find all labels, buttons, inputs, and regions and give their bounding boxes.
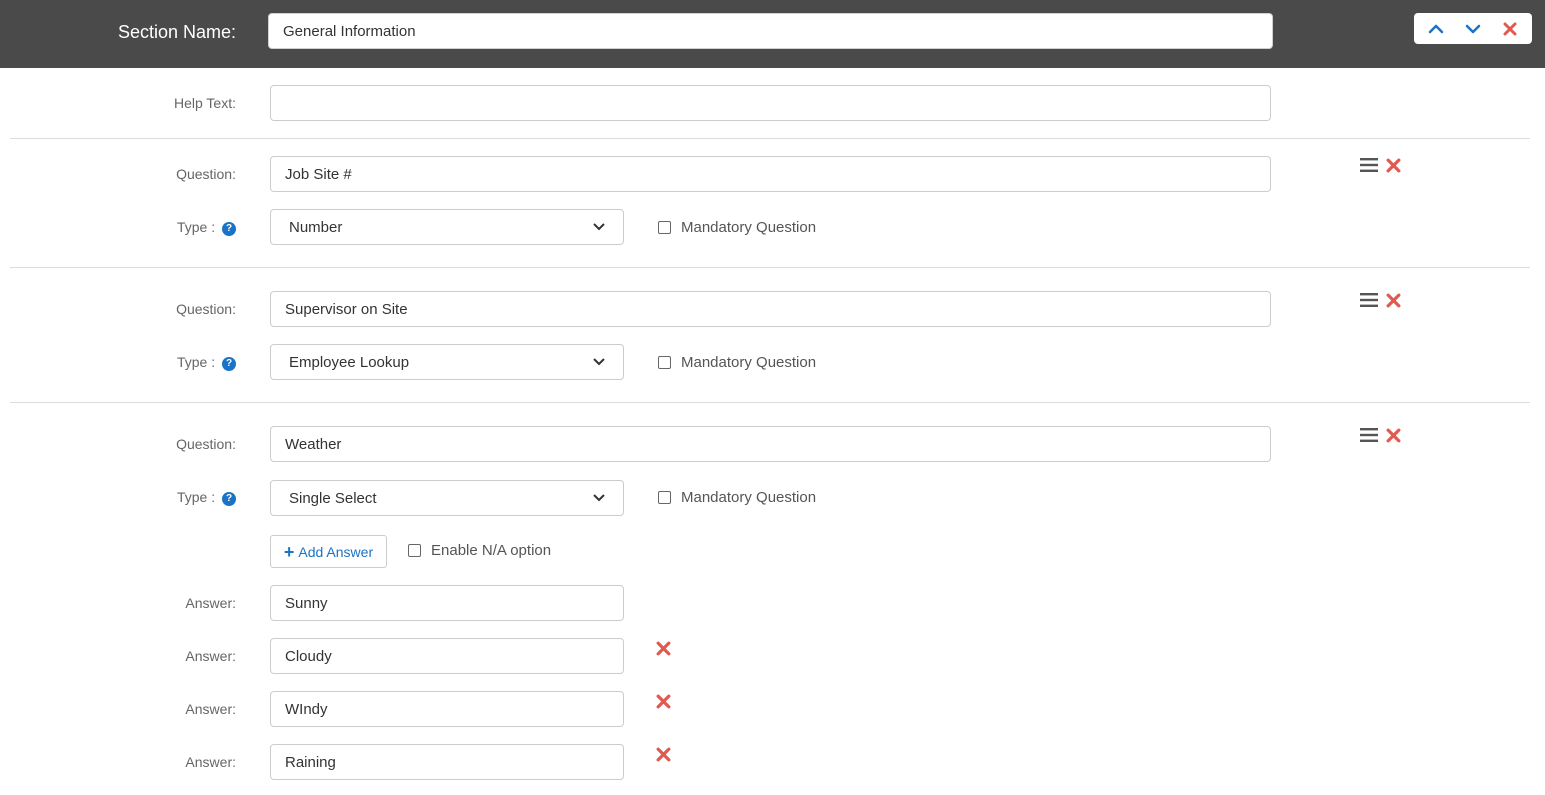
add-answer-button[interactable]: + Add Answer (270, 535, 387, 568)
delete-answer-icon[interactable] (656, 747, 671, 762)
chevron-down-icon (1465, 24, 1481, 33)
checkbox[interactable] (658, 356, 671, 369)
question-label: Question: (176, 436, 236, 452)
divider (10, 402, 1530, 403)
answer-input[interactable] (270, 691, 624, 727)
chevron-down-icon (593, 358, 605, 366)
type-select-value: Single Select (289, 489, 377, 507)
checkbox[interactable] (408, 544, 421, 557)
checkbox[interactable] (658, 491, 671, 504)
type-label-text: Type : (176, 354, 216, 370)
section-name-input[interactable] (268, 13, 1273, 49)
move-down-button[interactable] (1458, 15, 1488, 43)
type-label: Type : ? (76, 219, 236, 236)
section-controls (1414, 13, 1532, 44)
question-label: Question: (176, 166, 236, 182)
drag-handle-icon[interactable] (1360, 292, 1378, 308)
type-select[interactable]: Number (270, 209, 624, 245)
drag-handle-icon[interactable] (1360, 427, 1378, 443)
na-option-label: Enable N/A option (431, 542, 552, 559)
chevron-down-icon (593, 223, 605, 231)
question-circle-icon[interactable]: ? (222, 221, 236, 236)
divider (10, 138, 1530, 139)
chevron-up-icon (1429, 24, 1444, 33)
answer-label: Answer: (185, 701, 236, 717)
type-label: Type : ? (76, 354, 236, 371)
answer-input[interactable] (270, 744, 624, 780)
question-actions (1360, 292, 1401, 308)
plus-icon: + (283, 541, 295, 562)
question-actions (1360, 157, 1401, 173)
delete-answer-icon[interactable] (656, 641, 671, 656)
type-label-text: Type : (176, 219, 216, 235)
delete-answer-icon[interactable] (656, 694, 671, 709)
question-circle-icon[interactable]: ? (222, 356, 236, 371)
section-name-label: Section Name: (118, 22, 237, 42)
answer-label: Answer: (185, 648, 236, 664)
move-up-button[interactable] (1421, 15, 1451, 43)
divider (10, 267, 1530, 268)
delete-question-icon[interactable] (1386, 293, 1401, 308)
type-label-text: Type : (176, 489, 216, 505)
question-input[interactable] (270, 426, 1271, 462)
chevron-down-icon (593, 494, 605, 502)
delete-section-button[interactable] (1495, 15, 1525, 43)
help-text-input[interactable] (270, 85, 1271, 121)
section-header: Section Name: (0, 0, 1545, 68)
help-text-label: Help Text: (174, 95, 236, 111)
type-select-value: Employee Lookup (289, 353, 410, 371)
delete-question-icon[interactable] (1386, 158, 1401, 173)
mandatory-label: Mandatory Question (681, 489, 817, 506)
checkbox[interactable] (658, 221, 671, 234)
answer-input[interactable] (270, 585, 624, 621)
question-input[interactable] (270, 156, 1271, 192)
question-input[interactable] (270, 291, 1271, 327)
mandatory-checkbox[interactable]: Mandatory Question (658, 219, 816, 236)
mandatory-label: Mandatory Question (681, 219, 817, 236)
question-actions (1360, 427, 1401, 443)
drag-handle-icon[interactable] (1360, 157, 1378, 173)
na-option-checkbox[interactable]: Enable N/A option (408, 542, 551, 559)
type-select-value: Number (289, 218, 343, 236)
mandatory-checkbox[interactable]: Mandatory Question (658, 354, 816, 371)
answer-input[interactable] (270, 638, 624, 674)
mandatory-checkbox[interactable]: Mandatory Question (658, 489, 816, 506)
type-select[interactable]: Employee Lookup (270, 344, 624, 380)
answer-label: Answer: (185, 595, 236, 611)
question-label: Question: (176, 301, 236, 317)
close-icon (1503, 22, 1517, 35)
delete-question-icon[interactable] (1386, 428, 1401, 443)
mandatory-label: Mandatory Question (681, 354, 817, 371)
type-label: Type : ? (76, 489, 236, 506)
answer-label: Answer: (185, 754, 236, 770)
add-answer-label: Add Answer (298, 543, 374, 560)
question-circle-icon[interactable]: ? (222, 491, 236, 506)
type-select[interactable]: Single Select (270, 480, 624, 516)
